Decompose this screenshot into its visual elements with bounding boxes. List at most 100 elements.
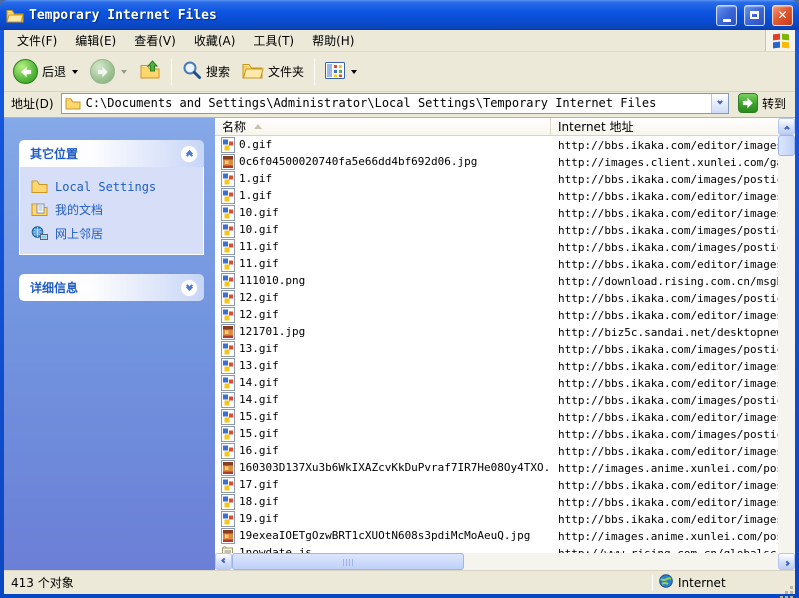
- horizontal-scroll-thumb[interactable]: [232, 553, 464, 570]
- file-row[interactable]: 11.gif http://bbs.ikaka.com/editor/image…: [215, 255, 778, 272]
- menu-item[interactable]: 查看(V): [125, 30, 185, 51]
- horizontal-scrollbar[interactable]: [215, 553, 795, 570]
- file-row[interactable]: 111010.png http://download.rising.com.cn…: [215, 272, 778, 289]
- file-name-cell: 1.gif: [215, 188, 551, 204]
- views-icon: [325, 62, 345, 82]
- file-row[interactable]: 19exeaIOETgOzwBRT1cXUOtN608s3pdiMcMoAeuQ…: [215, 527, 778, 544]
- sidebar-item-network-places[interactable]: 网上邻居: [31, 225, 197, 242]
- file-url-cell: http://bbs.ikaka.com/editor/images/sm: [551, 478, 778, 492]
- vertical-scroll-thumb[interactable]: [778, 135, 795, 156]
- sidebar-item-local-settings[interactable]: Local Settings: [31, 179, 197, 194]
- minimize-button[interactable]: [716, 5, 737, 26]
- file-row[interactable]: 12.gif http://bbs.ikaka.com/images/posti…: [215, 289, 778, 306]
- file-name: 11.gif: [239, 240, 279, 253]
- file-url-cell: http://bbs.ikaka.com/editor/images/sm: [551, 189, 778, 203]
- file-row[interactable]: 1.gif http://bbs.ikaka.com/images/postic…: [215, 170, 778, 187]
- file-url-cell: http://bbs.ikaka.com/editor/images/sm: [551, 257, 778, 271]
- file-row[interactable]: 19.gif http://bbs.ikaka.com/editor/image…: [215, 510, 778, 527]
- menu-item[interactable]: 帮助(H): [303, 30, 363, 51]
- go-button[interactable]: 转到: [734, 92, 790, 114]
- file-row[interactable]: 1nowdate.js http://www.rising.com.cn/glo…: [215, 544, 778, 553]
- file-url-cell: http://images.anime.xunlei.com/poster: [551, 529, 778, 543]
- vertical-scrollbar[interactable]: [778, 118, 795, 553]
- gif-file-icon: [221, 205, 235, 221]
- chevron-down-icon: [717, 99, 723, 105]
- file-row[interactable]: 13.gif http://bbs.ikaka.com/editor/image…: [215, 357, 778, 374]
- file-name: 121701.jpg: [239, 325, 305, 338]
- search-label: 搜索: [206, 63, 230, 80]
- file-row[interactable]: 12.gif http://bbs.ikaka.com/editor/image…: [215, 306, 778, 323]
- file-url: http://bbs.ikaka.com/editor/images/sm: [558, 360, 778, 373]
- folders-button[interactable]: 文件夹: [237, 58, 309, 85]
- file-name: 12.gif: [239, 291, 279, 304]
- file-row[interactable]: 18.gif http://bbs.ikaka.com/editor/image…: [215, 493, 778, 510]
- file-url-cell: http://bbs.ikaka.com/images/posticons: [551, 240, 778, 254]
- menu-item[interactable]: 文件(F): [8, 30, 66, 51]
- file-name: 1nowdate.js: [239, 546, 312, 553]
- file-row[interactable]: 14.gif http://bbs.ikaka.com/editor/image…: [215, 374, 778, 391]
- menu-item[interactable]: 收藏(A): [185, 30, 245, 51]
- close-icon: ✕: [777, 9, 787, 21]
- column-header-internet-address[interactable]: Internet 地址: [551, 118, 778, 135]
- address-dropdown-button[interactable]: [711, 94, 728, 113]
- file-row[interactable]: 13.gif http://bbs.ikaka.com/images/posti…: [215, 340, 778, 357]
- scroll-up-button[interactable]: [778, 118, 795, 135]
- file-row[interactable]: 11.gif http://bbs.ikaka.com/images/posti…: [215, 238, 778, 255]
- column-header-name[interactable]: 名称: [215, 118, 551, 135]
- file-name-cell: 11.gif: [215, 239, 551, 255]
- js-file-icon: [221, 545, 235, 554]
- jpg-file-icon: [221, 154, 235, 170]
- views-button[interactable]: [320, 59, 362, 85]
- file-row[interactable]: 17.gif http://bbs.ikaka.com/editor/image…: [215, 476, 778, 493]
- file-row[interactable]: 16.gif http://bbs.ikaka.com/editor/image…: [215, 442, 778, 459]
- file-row[interactable]: 15.gif http://bbs.ikaka.com/editor/image…: [215, 408, 778, 425]
- file-url-cell: http://bbs.ikaka.com/editor/images/sm: [551, 206, 778, 220]
- file-row[interactable]: 121701.jpg http://biz5c.sandai.net/deskt…: [215, 323, 778, 340]
- up-button[interactable]: [134, 57, 166, 86]
- file-name: 160303D137Xu3b6WkIXAZcvKkDuPvraf7IR7He08…: [239, 461, 551, 474]
- file-url: http://biz5c.sandai.net/desktopnews/i: [558, 326, 778, 339]
- file-row[interactable]: 10.gif http://bbs.ikaka.com/editor/image…: [215, 204, 778, 221]
- close-button[interactable]: ✕: [772, 5, 793, 26]
- file-name-cell: 13.gif: [215, 358, 551, 374]
- other-places-header[interactable]: 其它位置: [19, 140, 204, 167]
- file-row[interactable]: 1.gif http://bbs.ikaka.com/editor/images…: [215, 187, 778, 204]
- file-row[interactable]: 0.gif http://bbs.ikaka.com/editor/images…: [215, 136, 778, 153]
- forward-button[interactable]: [85, 56, 132, 87]
- details-header[interactable]: 详细信息: [19, 274, 204, 301]
- maximize-button[interactable]: [744, 5, 765, 26]
- gif-file-icon: [221, 375, 235, 391]
- file-url-cell: http://bbs.ikaka.com/editor/images/sm: [551, 495, 778, 509]
- resize-grip[interactable]: [781, 574, 795, 592]
- back-button[interactable]: 后退: [8, 56, 83, 87]
- file-name-cell: 19exeaIOETgOzwBRT1cXUOtN608s3pdiMcMoAeuQ…: [215, 528, 551, 544]
- file-url-cell: http://bbs.ikaka.com/editor/images/sm: [551, 444, 778, 458]
- file-name: 10.gif: [239, 206, 279, 219]
- file-url-cell: http://bbs.ikaka.com/images/posticons: [551, 342, 778, 356]
- file-row[interactable]: 15.gif http://bbs.ikaka.com/images/posti…: [215, 425, 778, 442]
- status-bar: 413 个对象 Internet: [4, 570, 795, 594]
- file-row[interactable]: 0c6f04500020740fa5e66dd4bf692d06.jpg htt…: [215, 153, 778, 170]
- address-label: 地址(D): [9, 95, 56, 112]
- gif-file-icon: [221, 239, 235, 255]
- file-url-cell: http://images.client.xunlei.com/galle: [551, 155, 778, 169]
- scroll-track[interactable]: [464, 553, 778, 570]
- collapse-button[interactable]: [180, 145, 198, 163]
- file-url-cell: http://biz5c.sandai.net/desktopnews/i: [551, 325, 778, 339]
- file-row[interactable]: 10.gif http://bbs.ikaka.com/images/posti…: [215, 221, 778, 238]
- address-input[interactable]: [84, 96, 711, 110]
- menu-item[interactable]: 工具(T): [244, 30, 303, 51]
- scroll-right-button[interactable]: [778, 553, 795, 570]
- toolbar: 后退 搜索 文件夹: [4, 52, 795, 92]
- search-button[interactable]: 搜索: [177, 57, 235, 86]
- expand-button[interactable]: [180, 279, 198, 297]
- file-row[interactable]: 14.gif http://bbs.ikaka.com/images/posti…: [215, 391, 778, 408]
- menu-item[interactable]: 编辑(E): [66, 30, 125, 51]
- window-title: Temporary Internet Files: [29, 8, 709, 23]
- file-url: http://images.anime.xunlei.com/poster: [558, 530, 778, 543]
- file-name-cell: 111010.png: [215, 273, 551, 289]
- sidebar-item-my-documents[interactable]: 我的文档: [31, 201, 197, 218]
- scroll-left-button[interactable]: [215, 553, 232, 570]
- file-name-cell: 12.gif: [215, 290, 551, 306]
- file-row[interactable]: 160303D137Xu3b6WkIXAZcvKkDuPvraf7IR7He08…: [215, 459, 778, 476]
